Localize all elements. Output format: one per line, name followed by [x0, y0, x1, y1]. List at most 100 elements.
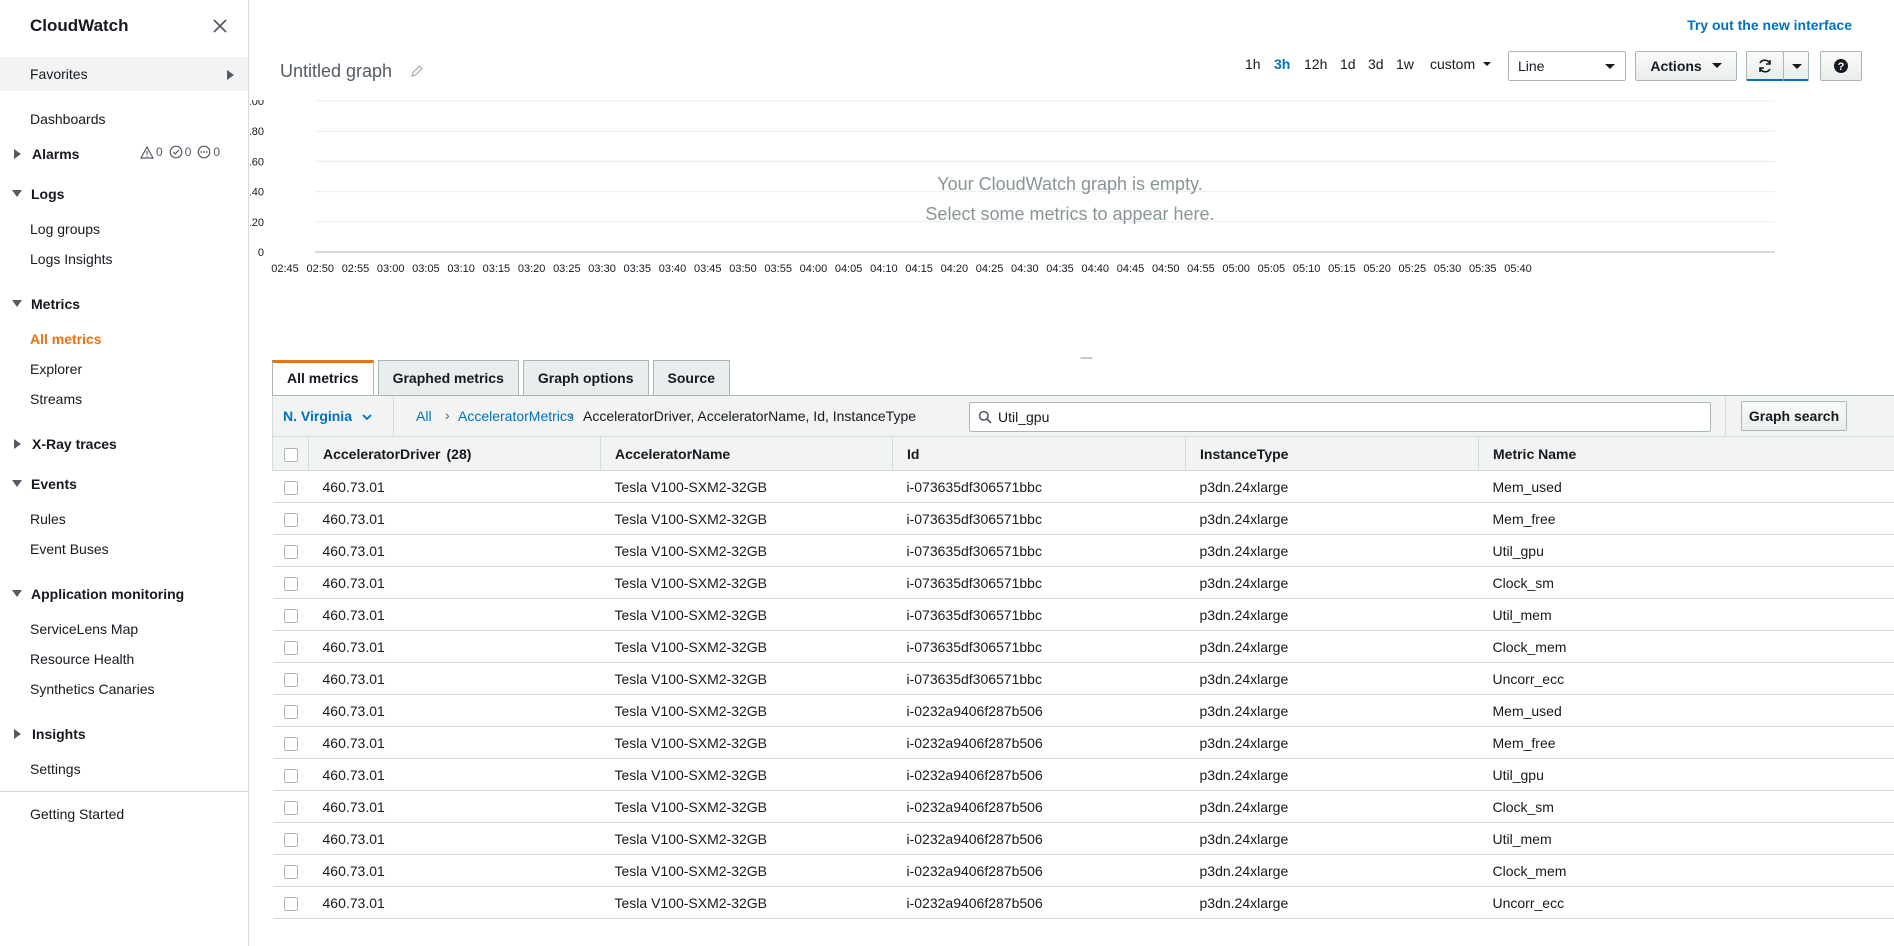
row-checkbox[interactable]: [283, 576, 298, 591]
x-tick-label: 04:25: [976, 263, 1004, 275]
metrics-chart: 1.00 0.80 0.60 0.40 0.20 0 02:45 02:50 02:55 03:0…: [250, 100, 1894, 350]
column-header-accelerator-name[interactable]: AcceleratorName: [600, 436, 893, 471]
x-tick-label: 05:20: [1363, 263, 1391, 275]
sidebar-section-alarms[interactable]: Alarms: [12, 146, 79, 162]
range-1h[interactable]: 1h: [1245, 56, 1261, 72]
range-custom[interactable]: custom: [1430, 56, 1492, 72]
table-row[interactable]: 460.73.01 Tesla V100-SXM2-32GB i-0232a9406…: [272, 694, 1894, 727]
row-checkbox[interactable]: [283, 544, 298, 559]
row-checkbox[interactable]: [283, 896, 298, 911]
sidebar-item-log-groups[interactable]: Log groups: [30, 221, 100, 237]
y-tick-label: 1.00: [250, 100, 264, 108]
select-all-checkbox[interactable]: [283, 447, 298, 462]
close-icon[interactable]: [210, 16, 230, 36]
sidebar-item-event-buses[interactable]: Event Buses: [30, 541, 109, 557]
range-12h[interactable]: 12h: [1304, 56, 1327, 72]
metric-search-input[interactable]: [998, 407, 1698, 427]
row-checkbox[interactable]: [283, 672, 298, 687]
sidebar-section-label: Application monitoring: [31, 586, 185, 602]
sidebar-section-metrics[interactable]: Metrics: [12, 296, 80, 312]
table-row[interactable]: 460.73.01 Tesla V100-SXM2-32GB i-073635df3…: [272, 502, 1894, 535]
tab-graph-options[interactable]: Graph options: [522, 360, 649, 396]
refresh-button[interactable]: [1746, 51, 1784, 81]
row-checkbox[interactable]: [283, 864, 298, 879]
table-row[interactable]: 460.73.01 Tesla V100-SXM2-32GB i-073635df3…: [272, 534, 1894, 567]
sidebar-item-synthetics-canaries[interactable]: Synthetics Canaries: [30, 681, 155, 697]
row-select-cell: [272, 790, 309, 823]
sidebar-item-all-metrics[interactable]: All metrics: [30, 331, 102, 347]
column-header-metric-name[interactable]: Metric Name: [1478, 436, 1894, 471]
warning-icon: [140, 145, 154, 159]
refresh-options-button[interactable]: [1783, 51, 1809, 81]
range-3d[interactable]: 3d: [1368, 56, 1384, 72]
sidebar-item-settings[interactable]: Settings: [30, 761, 81, 777]
row-checkbox[interactable]: [283, 640, 298, 655]
row-checkbox[interactable]: [283, 512, 298, 527]
graph-search-button[interactable]: Graph search: [1741, 401, 1847, 431]
row-checkbox[interactable]: [283, 800, 298, 815]
favorites-toggle[interactable]: Favorites: [0, 57, 248, 91]
cell-metric-name: Mem_used: [1478, 694, 1894, 727]
sidebar-item-getting-started[interactable]: Getting Started: [30, 806, 124, 822]
row-select-cell: [272, 694, 309, 727]
table-row[interactable]: 460.73.01 Tesla V100-SXM2-32GB i-0232a9406…: [272, 758, 1894, 791]
alarm-state-count[interactable]: 0: [140, 145, 163, 159]
table-row[interactable]: 460.73.01 Tesla V100-SXM2-32GB i-0232a9406…: [272, 886, 1894, 919]
graph-title[interactable]: Untitled graph: [280, 61, 392, 82]
table-row[interactable]: 460.73.01 Tesla V100-SXM2-32GB i-073635df3…: [272, 598, 1894, 631]
sidebar-section-events[interactable]: Events: [12, 476, 77, 492]
row-checkbox[interactable]: [283, 832, 298, 847]
row-checkbox[interactable]: [283, 768, 298, 783]
sidebar-section-application-monitoring[interactable]: Application monitoring: [12, 586, 184, 602]
sidebar-item-rules[interactable]: Rules: [30, 511, 66, 527]
insufficient-state-count[interactable]: 0: [197, 145, 220, 159]
actions-button[interactable]: Actions: [1635, 51, 1737, 81]
row-checkbox[interactable]: [283, 608, 298, 623]
column-header-accelerator-driver[interactable]: AcceleratorDriver (28): [308, 436, 601, 471]
tab-graphed-metrics[interactable]: Graphed metrics: [377, 360, 519, 396]
sidebar-section-xray[interactable]: X-Ray traces: [12, 436, 117, 452]
help-button[interactable]: ?: [1820, 51, 1862, 81]
sidebar-item-resource-health[interactable]: Resource Health: [30, 651, 134, 667]
sidebar-item-streams[interactable]: Streams: [30, 391, 82, 407]
table-row[interactable]: 460.73.01 Tesla V100-SXM2-32GB i-073635df3…: [272, 470, 1894, 503]
table-row[interactable]: 460.73.01 Tesla V100-SXM2-32GB i-073635df3…: [272, 662, 1894, 695]
sidebar-section-logs[interactable]: Logs: [12, 186, 64, 202]
breadcrumb-all[interactable]: All: [416, 408, 432, 424]
table-row[interactable]: 460.73.01 Tesla V100-SXM2-32GB i-0232a9406…: [272, 726, 1894, 759]
row-checkbox[interactable]: [283, 736, 298, 751]
sidebar-item-explorer[interactable]: Explorer: [30, 361, 82, 377]
caret-down-icon: [12, 300, 22, 307]
graph-type-select[interactable]: Line: [1508, 51, 1626, 81]
table-row[interactable]: 460.73.01 Tesla V100-SXM2-32GB i-0232a9406…: [272, 822, 1894, 855]
table-row[interactable]: 460.73.01 Tesla V100-SXM2-32GB i-073635df3…: [272, 566, 1894, 599]
resize-handle[interactable]: ----: [1080, 350, 1093, 364]
column-header-id[interactable]: Id: [892, 436, 1186, 471]
column-header-instance-type[interactable]: InstanceType: [1185, 436, 1479, 471]
try-new-interface-link[interactable]: Try out the new interface: [1687, 17, 1852, 33]
cell-accelerator-name: Tesla V100-SXM2-32GB: [600, 790, 893, 823]
range-1w[interactable]: 1w: [1396, 56, 1414, 72]
row-checkbox[interactable]: [283, 704, 298, 719]
pencil-icon[interactable]: [410, 64, 424, 81]
breadcrumb-namespace[interactable]: AcceleratorMetrics: [458, 408, 574, 424]
ok-state-count[interactable]: 0: [169, 145, 191, 159]
range-1d[interactable]: 1d: [1340, 56, 1356, 72]
x-tick-label: 04:40: [1081, 263, 1109, 275]
metric-search-box[interactable]: [969, 402, 1711, 432]
x-tick-label: 05:30: [1434, 263, 1462, 275]
table-row[interactable]: 460.73.01 Tesla V100-SXM2-32GB i-0232a9406…: [272, 854, 1894, 887]
row-checkbox[interactable]: [283, 480, 298, 495]
tab-source[interactable]: Source: [652, 360, 730, 396]
table-row[interactable]: 460.73.01 Tesla V100-SXM2-32GB i-0232a9406…: [272, 790, 1894, 823]
cell-metric-name: Clock_sm: [1478, 566, 1894, 599]
region-selector[interactable]: N. Virginia: [283, 408, 372, 424]
sidebar-item-servicelens-map[interactable]: ServiceLens Map: [30, 621, 138, 637]
cell-id: i-073635df306571bbc: [892, 470, 1186, 503]
tab-all-metrics[interactable]: All metrics: [272, 360, 374, 396]
sidebar-item-logs-insights[interactable]: Logs Insights: [30, 251, 113, 267]
table-row[interactable]: 460.73.01 Tesla V100-SXM2-32GB i-073635df3…: [272, 630, 1894, 663]
range-3h[interactable]: 3h: [1274, 56, 1290, 72]
sidebar-item-dashboards[interactable]: Dashboards: [30, 111, 106, 127]
sidebar-section-insights[interactable]: Insights: [12, 726, 86, 742]
